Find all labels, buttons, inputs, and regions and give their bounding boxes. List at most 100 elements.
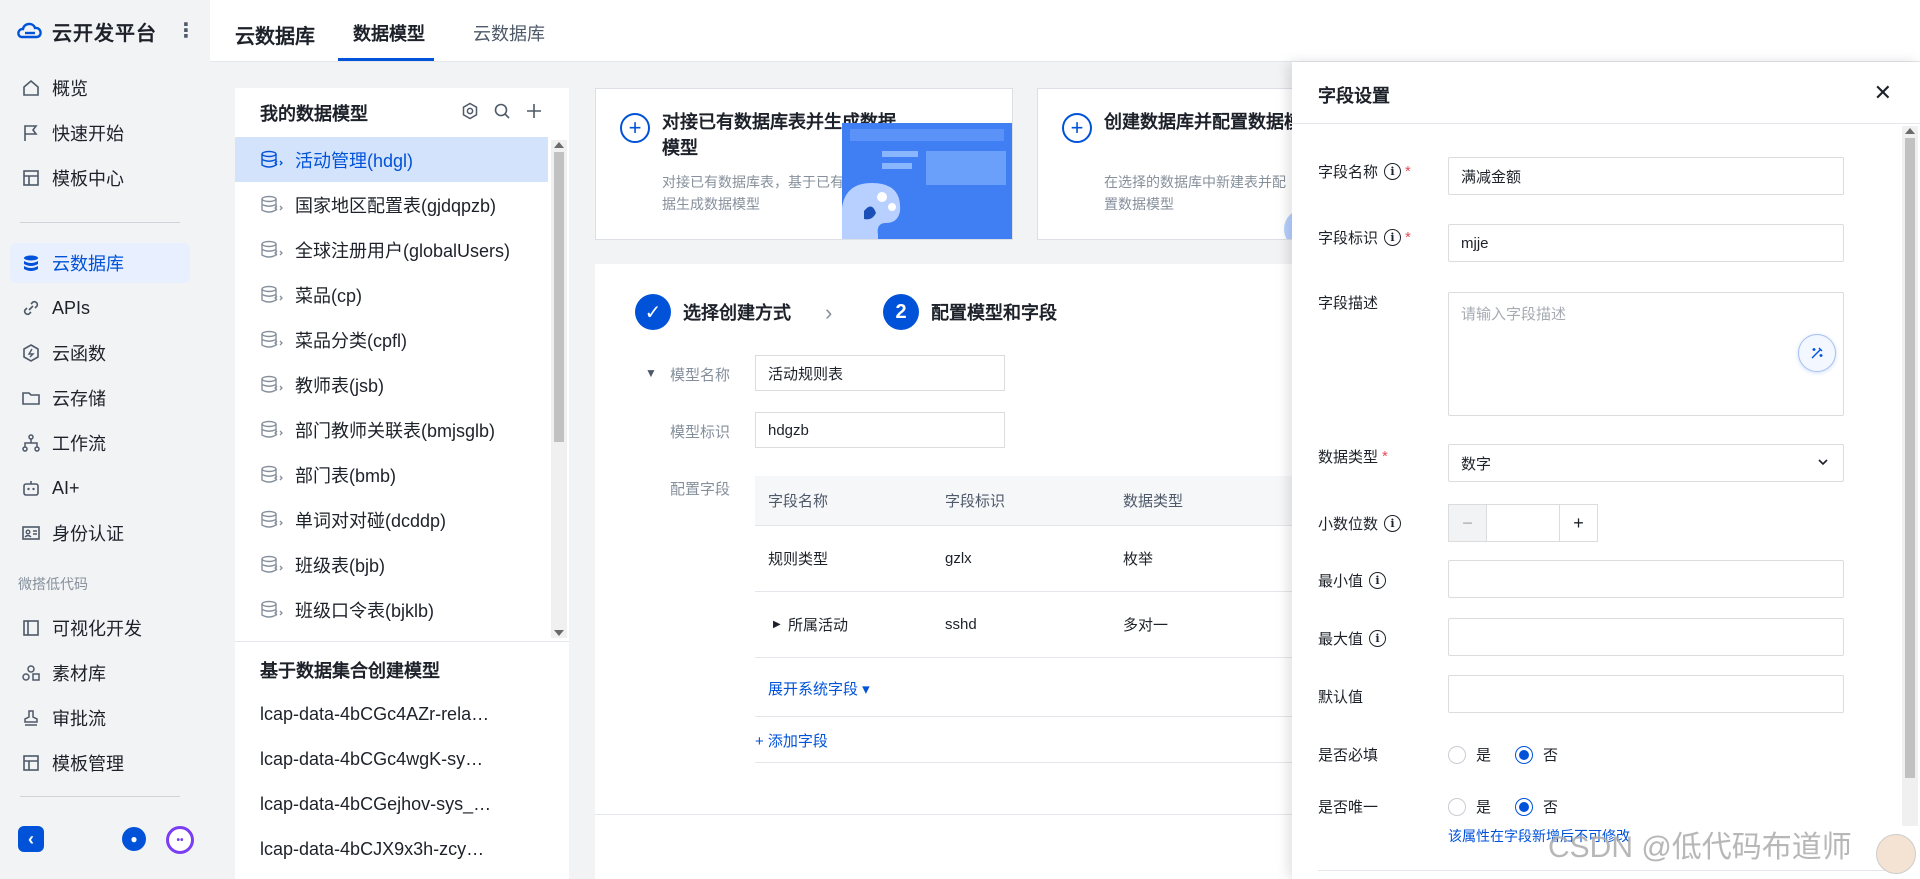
list-item[interactable]: lcap-data-4bCGc4AZr-rela… <box>260 692 540 737</box>
decimals-input[interactable] <box>1487 505 1559 541</box>
list-item[interactable]: lcap-data-4bCGejhov-sys_… <box>260 782 540 827</box>
model-list-scrollbar[interactable] <box>551 140 567 638</box>
list-item[interactable]: 部门表(bmb) <box>235 452 548 497</box>
nav-item-template-manage[interactable]: 模板管理 <box>10 743 190 783</box>
drawer-scrollbar[interactable] <box>1902 126 1918 826</box>
table-row[interactable]: ▶ 所属活动 sshd 多对一 <box>755 592 1295 658</box>
info-icon[interactable]: i <box>1384 163 1402 180</box>
settings-icon[interactable] <box>461 102 479 120</box>
ai-generate-icon[interactable] <box>1798 334 1836 372</box>
step-done-icon: ✓ <box>635 294 671 330</box>
template-manage-icon <box>20 752 42 774</box>
create-new-db-card[interactable]: + 创建数据库并配置数据模 在选择的数据库中新建表并配置数据模型 <box>1037 88 1297 240</box>
nav-item-visual-dev[interactable]: 可视化开发 <box>10 608 190 648</box>
list-item[interactable]: lcap-data-4bCJX9x3h-zcy… <box>260 827 540 872</box>
scroll-thumb[interactable] <box>1905 138 1915 778</box>
user-avatar-icon[interactable]: ● <box>122 827 146 851</box>
add-field-link[interactable]: + 添加字段 <box>755 730 828 751</box>
data-type-select[interactable]: 数字 <box>1448 444 1844 482</box>
assistant-bot-icon[interactable]: •• <box>166 826 194 854</box>
list-item[interactable]: 国家地区配置表(gjdqpzb) <box>235 182 548 227</box>
list-item[interactable]: 单词对对碰(dcddp) <box>235 497 548 542</box>
list-item[interactable]: 菜品分类(cpfl) <box>235 317 548 362</box>
sidebar-footer: ‹ ● •• <box>18 826 194 854</box>
nav-item-quickstart[interactable]: 快速开始 <box>10 113 190 153</box>
list-item[interactable]: 部门教师关联表(bmjsglb) <box>235 407 548 452</box>
nav-label: APIs <box>52 297 91 318</box>
nav-item-overview[interactable]: 概览 <box>10 68 190 108</box>
min-value-input[interactable] <box>1448 560 1844 598</box>
form-footer <box>595 814 1295 879</box>
template-icon <box>20 167 42 189</box>
column-header: 字段名称 <box>768 493 829 510</box>
info-icon[interactable]: i <box>1384 229 1402 246</box>
required-no-radio[interactable] <box>1515 745 1534 764</box>
list-item[interactable]: 班级表(bjb) <box>235 542 548 587</box>
default-label: 默认值 <box>1318 686 1363 707</box>
list-item[interactable]: 菜品(cp) <box>235 272 548 317</box>
database-model-icon <box>261 510 283 528</box>
table-row[interactable]: 规则类型 gzlx 枚举 <box>755 526 1295 592</box>
decrement-button[interactable]: − <box>1449 505 1487 541</box>
radio-label: 否 <box>1543 747 1559 764</box>
info-icon[interactable]: i <box>1384 515 1402 532</box>
info-icon[interactable]: i <box>1369 572 1387 589</box>
scroll-thumb[interactable] <box>554 152 564 442</box>
tab-cloud-database[interactable]: 云数据库 <box>473 20 545 46</box>
field-name-label: 字段名称 i * <box>1318 161 1411 182</box>
nav-item-workflow[interactable]: 工作流 <box>10 423 190 463</box>
model-name: 国家地区配置表(gjdqpzb) <box>295 195 497 216</box>
nav-item-auth[interactable]: 身份认证 <box>10 513 190 553</box>
field-name-input[interactable]: 满减金额 <box>1448 157 1844 195</box>
scroll-down-icon[interactable] <box>554 630 564 636</box>
model-id-input[interactable]: hdgzb <box>755 412 1005 448</box>
nav-item-cloud-storage[interactable]: 云存储 <box>10 378 190 418</box>
nav-item-cloud-database[interactable]: 云数据库 <box>10 243 190 283</box>
model-name: 教师表(jsb) <box>295 375 384 396</box>
field-desc-textarea[interactable]: 请输入字段描述 <box>1448 292 1844 416</box>
nav-label: 可视化开发 <box>52 619 142 639</box>
field-id-input[interactable]: mjje <box>1448 224 1844 262</box>
info-icon[interactable]: i <box>1369 630 1387 647</box>
list-item[interactable]: 全球注册用户(globalUsers) <box>235 227 548 272</box>
radio-label: 是 <box>1476 747 1492 764</box>
nav-item-ai[interactable]: AI+ <box>10 468 190 508</box>
label-text: 是否必填 <box>1318 747 1379 764</box>
search-icon[interactable] <box>493 102 511 120</box>
tab-data-model[interactable]: 数据模型 <box>353 20 425 46</box>
nav-item-approval[interactable]: 审批流 <box>10 698 190 738</box>
collapse-sidebar-button[interactable]: ‹ <box>18 826 44 852</box>
nav-item-templates[interactable]: 模板中心 <box>10 158 190 198</box>
list-item[interactable]: 班级口令表(bjklb) <box>235 587 548 632</box>
scroll-up-icon[interactable] <box>1905 128 1915 134</box>
model-name-input[interactable]: 活动规则表 <box>755 355 1005 391</box>
connect-existing-db-card[interactable]: + 对接已有数据库表并生成数据模型 对接已有数据库表，基于已有的数据生成数据模型 <box>595 88 1013 240</box>
database-model-icon <box>261 555 283 573</box>
collapse-triangle-icon[interactable]: ▼ <box>645 366 657 380</box>
list-item[interactable]: lcap-data-4bCGc4wgK-sy… <box>260 737 540 782</box>
unique-no-radio[interactable] <box>1515 797 1534 816</box>
nav-item-assets[interactable]: 素材库 <box>10 653 190 693</box>
nav-label: 云数据库 <box>52 254 124 274</box>
expand-system-fields-link[interactable]: 展开系统字段 ▾ <box>768 678 870 699</box>
unique-yes-radio[interactable] <box>1448 797 1466 816</box>
more-icon[interactable]: ⋮ <box>176 18 196 43</box>
model-name: 菜品分类(cpfl) <box>295 330 407 351</box>
close-icon[interactable]: ✕ <box>1874 80 1892 106</box>
scroll-up-icon[interactable] <box>554 142 564 148</box>
required-yes-radio[interactable] <box>1448 745 1466 764</box>
expand-row-icon[interactable]: ▶ <box>773 592 781 657</box>
link-icon <box>20 297 42 319</box>
nav-item-cloud-function[interactable]: 云函数 <box>10 333 190 373</box>
add-icon[interactable] <box>525 102 543 120</box>
list-item[interactable]: 教师表(jsb) <box>235 362 548 407</box>
nav-item-apis[interactable]: APIs <box>10 288 190 328</box>
list-item[interactable]: 活动管理(hdgl) <box>235 137 548 182</box>
default-value-input[interactable] <box>1448 675 1844 713</box>
id-card-icon <box>20 522 42 544</box>
max-value-input[interactable] <box>1448 618 1844 656</box>
increment-button[interactable]: + <box>1559 505 1597 541</box>
step-label: 配置模型和字段 <box>931 303 1057 323</box>
model-list: 活动管理(hdgl) 国家地区配置表(gjdqpzb) 全球注册用户(globalU… <box>235 137 548 642</box>
robot-icon <box>20 477 42 499</box>
